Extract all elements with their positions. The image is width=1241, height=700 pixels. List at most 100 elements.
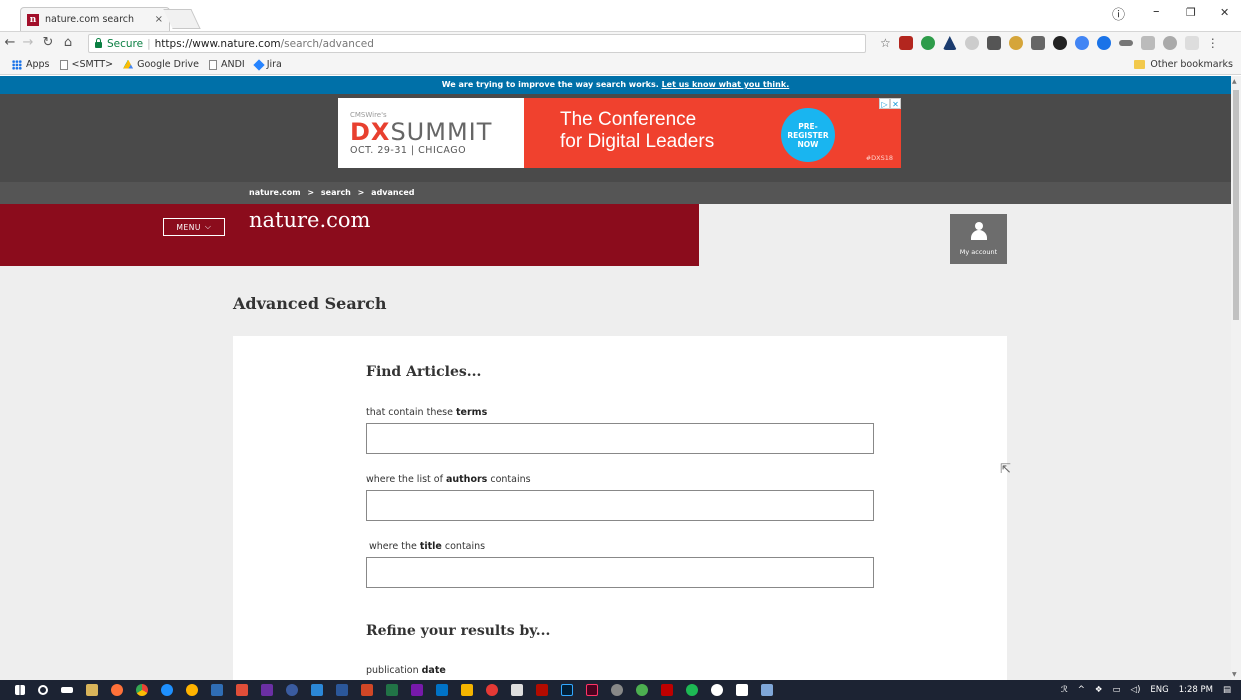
title-input[interactable] (366, 557, 874, 588)
app-icon-orange[interactable] (186, 684, 198, 696)
mouse-cursor-icon: ⇱ (1000, 462, 1011, 477)
outlook-icon[interactable] (436, 684, 448, 696)
color-extension-icon[interactable] (1008, 36, 1023, 50)
globe-extension-icon[interactable] (1162, 36, 1177, 50)
ad-headline-line-2: for Digital Leaders (560, 131, 715, 152)
scroll-up-icon[interactable]: ▲ (1232, 78, 1237, 85)
app-icon-red[interactable] (236, 684, 248, 696)
volume-icon[interactable]: ◁) (1131, 685, 1141, 695)
my-account-button[interactable]: My account (950, 214, 1007, 264)
app-icon-window[interactable] (736, 684, 748, 696)
title-label-bold: title (419, 541, 442, 552)
triangle-extension-icon[interactable] (942, 36, 957, 50)
address-bar[interactable]: Secure | https://www.nature.com /search/… (88, 34, 866, 53)
grey-extension-icon[interactable] (1140, 36, 1155, 50)
header-brand-panel: MENU ⌵ nature.com (0, 204, 699, 266)
indesign-icon[interactable] (586, 684, 598, 696)
photoshop-icon[interactable] (561, 684, 573, 696)
chrome-menu-icon[interactable]: ⋮ (1207, 36, 1219, 50)
app-icon-sky[interactable] (311, 684, 323, 696)
tab-close-icon[interactable]: × (155, 14, 163, 25)
dark-extension-icon[interactable] (1052, 36, 1067, 50)
camera-extension-icon[interactable] (1030, 36, 1045, 50)
app-icon-blue[interactable] (211, 684, 223, 696)
video-extension-icon[interactable] (1096, 36, 1111, 50)
chrome-icon[interactable] (136, 684, 148, 696)
ad-close-icon[interactable]: ✕ (890, 98, 901, 109)
other-bookmarks[interactable]: Other bookmarks (1134, 59, 1233, 70)
minimize-icon[interactable]: – (1153, 4, 1160, 19)
people-icon[interactable]: ℛ (1061, 685, 1068, 695)
filezilla-icon[interactable] (661, 684, 673, 696)
bookmark-google-drive[interactable]: Google Drive (123, 59, 199, 70)
home-icon[interactable]: ⌂ (60, 35, 76, 50)
battery-icon[interactable]: ▭ (1113, 685, 1121, 695)
app-icon-grey[interactable] (611, 684, 623, 696)
puzzle-extension-icon[interactable] (1184, 36, 1199, 50)
powerpoint-icon[interactable] (361, 684, 373, 696)
app-icon-light[interactable] (761, 684, 773, 696)
site-logo[interactable]: nature.com (249, 208, 370, 232)
restore-icon[interactable]: ❐ (1186, 6, 1196, 19)
pdf-extension-icon[interactable] (898, 36, 913, 50)
forward-icon[interactable]: → (20, 35, 36, 50)
cloud-extension-icon[interactable] (964, 36, 979, 50)
bookmark-jira[interactable]: Jira (253, 58, 282, 71)
edge-icon[interactable] (161, 684, 173, 696)
google-drive-icon (123, 59, 134, 69)
breadcrumb-item-home[interactable]: nature.com (249, 188, 301, 197)
dx-summit-ad[interactable]: CMSWire's DXSUMMIT OCT. 29-31 | CHICAGO … (338, 98, 901, 168)
pre-register-badge[interactable]: PRE- REGISTER NOW (781, 108, 835, 162)
star-bookmark-icon[interactable]: ☆ (880, 36, 891, 50)
ad-choices[interactable]: ▷ ✕ (879, 98, 901, 109)
sticky-notes-icon[interactable] (461, 684, 473, 696)
check-extension-icon[interactable] (920, 36, 935, 50)
cortana-icon[interactable] (38, 685, 48, 695)
ad-logo-summit: SUMMIT (390, 117, 493, 146)
ad-info-icon[interactable]: ▷ (879, 98, 890, 109)
excel-icon[interactable] (386, 684, 398, 696)
onenote-icon[interactable] (261, 684, 273, 696)
authors-input[interactable] (366, 490, 874, 521)
square-extension-icon[interactable] (986, 36, 1001, 50)
bookmark-andi[interactable]: ANDI (208, 59, 245, 70)
bookmark-label: Apps (26, 59, 50, 70)
feedback-link[interactable]: Let us know what you think. (662, 80, 790, 89)
other-bookmarks-label: Other bookmarks (1150, 59, 1233, 70)
windows-start-icon[interactable] (15, 685, 25, 695)
notepad-icon[interactable] (511, 684, 523, 696)
task-view-icon[interactable] (61, 687, 73, 693)
bookmark-apps[interactable]: Apps (12, 59, 50, 70)
bookmark-smtt[interactable]: <SMTT> (59, 59, 113, 70)
browser-tab[interactable]: n nature.com search × (20, 7, 170, 31)
close-window-icon[interactable]: ✕ (1220, 6, 1229, 19)
word-icon[interactable] (336, 684, 348, 696)
scroll-down-icon[interactable]: ▼ (1232, 671, 1237, 678)
app-icon-white[interactable] (711, 684, 723, 696)
app-icon-red-round[interactable] (486, 684, 498, 696)
acrobat-icon[interactable] (536, 684, 548, 696)
page-icon (59, 59, 68, 70)
dropbox-icon[interactable]: ❖ (1095, 685, 1103, 695)
app-icon-navy[interactable] (286, 684, 298, 696)
notifications-icon[interactable]: ▤ (1223, 685, 1231, 695)
back-icon[interactable]: ← (2, 35, 18, 50)
language-indicator[interactable]: ENG (1150, 685, 1168, 695)
onenote-2-icon[interactable] (411, 684, 423, 696)
clock[interactable]: 1:28 PM (1179, 685, 1213, 695)
link-extension-icon[interactable] (1118, 40, 1133, 46)
breadcrumb-item-search[interactable]: search (321, 188, 351, 197)
menu-button[interactable]: MENU ⌵ (163, 218, 225, 236)
terms-input[interactable] (366, 423, 874, 454)
blue-extension-icon[interactable] (1074, 36, 1089, 50)
app-icon-green[interactable] (636, 684, 648, 696)
file-explorer-icon[interactable] (86, 684, 98, 696)
reload-icon[interactable]: ↻ (40, 35, 56, 50)
page-scrollbar[interactable]: ▲ ▼ (1231, 76, 1241, 680)
profile-icon[interactable]: ⓘ (1112, 4, 1125, 23)
chevron-up-icon[interactable]: ^ (1078, 685, 1085, 695)
ad-date: OCT. 29-31 | CHICAGO (350, 144, 467, 156)
scroll-thumb[interactable] (1233, 90, 1239, 320)
spotify-icon[interactable] (686, 684, 698, 696)
firefox-icon[interactable] (111, 684, 123, 696)
